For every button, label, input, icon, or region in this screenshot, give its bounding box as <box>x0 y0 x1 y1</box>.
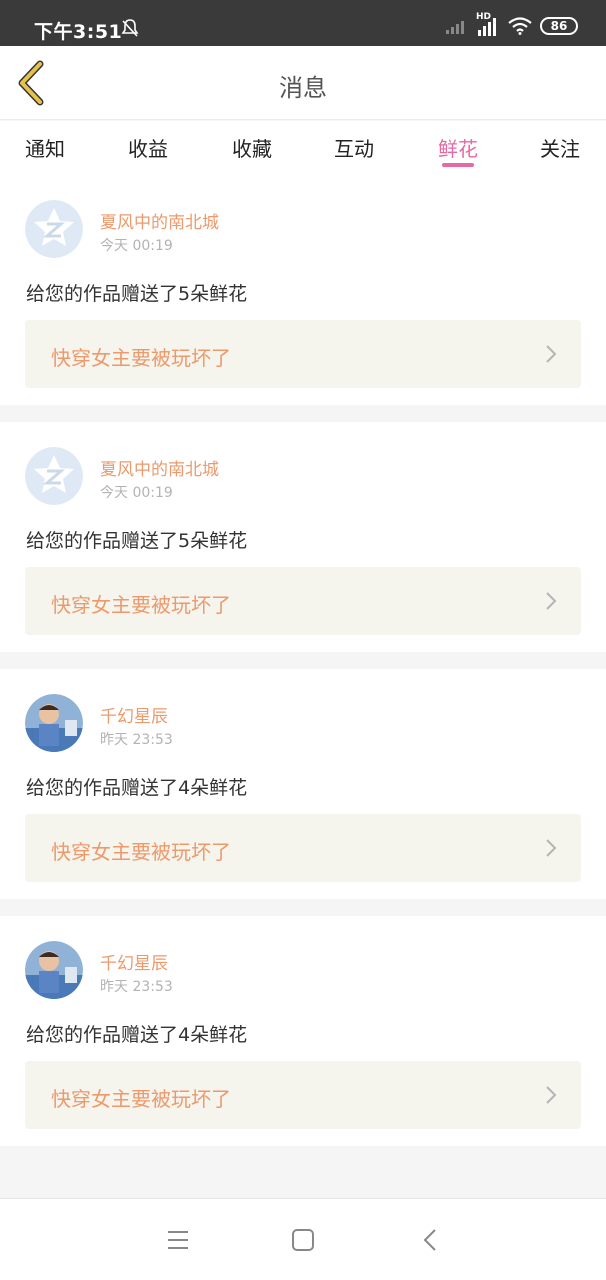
message-text: 给您的作品赠送了4朵鲜花 <box>26 1024 248 1046</box>
username[interactable]: 夏风中的南北城 <box>100 208 219 233</box>
tab-earnings[interactable]: 收益 <box>128 133 168 162</box>
work-link[interactable]: 快穿女主要被玩坏了 <box>25 567 581 635</box>
work-link[interactable]: 快穿女主要被玩坏了 <box>25 1061 581 1129</box>
default-avatar-icon[interactable] <box>25 447 83 505</box>
work-title: 快穿女主要被玩坏了 <box>51 1087 231 1111</box>
chevron-right-icon <box>546 1086 557 1104</box>
work-link[interactable]: 快穿女主要被玩坏了 <box>25 814 581 882</box>
username[interactable]: 千幻星辰 <box>100 702 168 727</box>
work-title: 快穿女主要被玩坏了 <box>51 840 231 864</box>
message-list: 夏风中的南北城 今天 00:19 给您的作品赠送了5朵鲜花 快穿女主要被玩坏了 … <box>0 175 606 1163</box>
chevron-right-icon <box>546 345 557 363</box>
mute-bell-icon <box>121 19 139 37</box>
username[interactable]: 夏风中的南北城 <box>100 455 219 480</box>
message-text: 给您的作品赠送了4朵鲜花 <box>26 777 248 799</box>
signal-off-icon <box>446 21 464 34</box>
username[interactable]: 千幻星辰 <box>100 949 168 974</box>
message-card: 千幻星辰 昨天 23:53 给您的作品赠送了4朵鲜花 快穿女主要被玩坏了 <box>0 669 606 899</box>
menu-icon[interactable] <box>165 1227 191 1253</box>
system-nav-bar <box>0 1198 606 1280</box>
message-card: 千幻星辰 昨天 23:53 给您的作品赠送了4朵鲜花 快穿女主要被玩坏了 <box>0 916 606 1146</box>
back-triangle-icon[interactable] <box>418 1227 444 1253</box>
tab-interactions[interactable]: 互动 <box>334 133 374 162</box>
chevron-right-icon <box>546 592 557 610</box>
photo-avatar[interactable] <box>25 694 83 752</box>
message-time: 昨天 23:53 <box>100 979 173 995</box>
message-text: 给您的作品赠送了5朵鲜花 <box>26 530 248 552</box>
tab-bar: 通知 收益 收藏 互动 鲜花 关注 <box>0 121 606 175</box>
home-square-icon[interactable] <box>290 1227 316 1253</box>
work-link[interactable]: 快穿女主要被玩坏了 <box>25 320 581 388</box>
work-title: 快穿女主要被玩坏了 <box>51 346 231 370</box>
tab-following[interactable]: 关注 <box>540 133 580 162</box>
tab-flowers[interactable]: 鲜花 <box>438 133 478 162</box>
photo-avatar[interactable] <box>25 941 83 999</box>
signal-icon: HD <box>476 12 500 36</box>
active-tab-indicator <box>442 163 474 167</box>
status-icons: HD 86 <box>446 12 578 36</box>
message-time: 今天 00:19 <box>100 485 173 501</box>
chevron-right-icon <box>546 839 557 857</box>
default-avatar-icon[interactable] <box>25 200 83 258</box>
work-title: 快穿女主要被玩坏了 <box>51 593 231 617</box>
message-card: 夏风中的南北城 今天 00:19 给您的作品赠送了5朵鲜花 快穿女主要被玩坏了 <box>0 175 606 405</box>
wifi-icon <box>508 17 532 35</box>
tab-notifications[interactable]: 通知 <box>25 133 65 162</box>
battery-icon: 86 <box>540 17 578 35</box>
page-title: 消息 <box>279 74 327 102</box>
header: 消息 <box>0 46 606 120</box>
message-text: 给您的作品赠送了5朵鲜花 <box>26 283 248 305</box>
status-time: 下午3:51 <box>34 21 123 43</box>
message-card: 夏风中的南北城 今天 00:19 给您的作品赠送了5朵鲜花 快穿女主要被玩坏了 <box>0 422 606 652</box>
message-time: 昨天 23:53 <box>100 732 173 748</box>
status-bar: 下午3:51 HD 86 <box>0 0 606 46</box>
message-time: 今天 00:19 <box>100 238 173 254</box>
tab-favorites[interactable]: 收藏 <box>232 133 272 162</box>
